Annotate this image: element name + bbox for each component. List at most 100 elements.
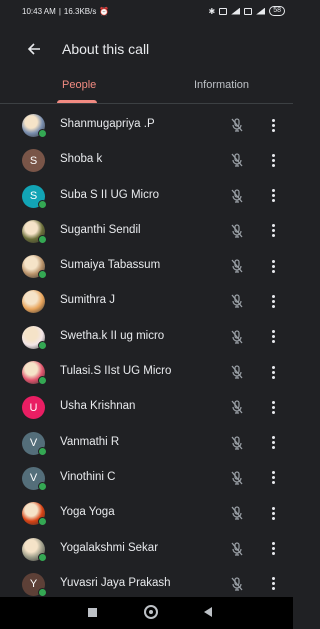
avatar-initial: S [29, 154, 38, 167]
participant-name: Swetha.k II ug micro [60, 329, 165, 342]
participant-name: Usha Krishnan [60, 400, 136, 413]
more-vert-icon[interactable] [266, 151, 280, 169]
avatar-initial: V [29, 472, 38, 485]
participant-row[interactable]: V Vinothini C [0, 461, 293, 496]
online-indicator [38, 552, 47, 562]
mic-off-icon[interactable] [229, 505, 245, 521]
more-vert-icon[interactable] [266, 328, 280, 346]
participant-row[interactable]: Shanmugapriya .P [0, 108, 293, 143]
mic-off-icon[interactable] [229, 223, 245, 239]
more-vert-icon[interactable] [266, 363, 280, 381]
online-indicator [38, 129, 47, 138]
mic-off-icon[interactable] [229, 541, 245, 557]
mic-off-icon[interactable] [229, 435, 245, 451]
tab-information[interactable]: Information [194, 76, 249, 103]
home-button[interactable] [144, 605, 158, 619]
page-title: About this call [62, 41, 150, 57]
more-vert-icon[interactable] [266, 292, 280, 310]
more-vert-icon[interactable] [266, 434, 280, 452]
mic-off-icon[interactable] [229, 188, 245, 204]
participant-name: Suganthi Sendil [60, 223, 141, 236]
mic-off-icon[interactable] [229, 364, 245, 380]
more-vert-icon[interactable] [266, 469, 280, 487]
system-nav-bar [0, 597, 293, 629]
avatar-initial: S [29, 190, 38, 203]
online-indicator [38, 199, 47, 209]
mic-off-icon[interactable] [229, 152, 245, 168]
sim-icon [219, 7, 228, 15]
more-vert-icon[interactable] [266, 222, 280, 240]
participant-row[interactable]: Swetha.k II ug micro [0, 320, 293, 355]
app-bar: About this call [0, 22, 293, 76]
online-indicator [38, 340, 47, 350]
online-indicator [38, 446, 47, 456]
online-indicator [38, 481, 47, 491]
avatar: V [22, 431, 47, 456]
nav-back-button[interactable] [204, 607, 212, 617]
status-time: 10:43 AM [22, 6, 56, 16]
mic-off-icon[interactable] [229, 470, 245, 486]
participant-row[interactable]: Sumithra J [0, 284, 293, 319]
participant-row[interactable]: S Shoba k [0, 143, 293, 178]
participant-row[interactable]: Suganthi Sendil [0, 214, 293, 249]
tab-indicator [57, 100, 97, 103]
participant-row[interactable]: Yogalakshmi Sekar [0, 532, 293, 567]
avatar-initial: Y [29, 578, 38, 591]
more-vert-icon[interactable] [266, 187, 280, 205]
participant-row[interactable]: V Vanmathi R [0, 426, 293, 461]
avatar-initial: U [29, 401, 38, 414]
mic-off-icon[interactable] [229, 399, 245, 415]
more-vert-icon[interactable] [266, 257, 280, 275]
participant-name: Tulasi.S IIst UG Micro [60, 365, 172, 378]
status-speed: 16.3KB/s [63, 6, 97, 16]
status-right: ✱ 58 [208, 6, 285, 16]
avatar: Y [22, 572, 47, 597]
avatar: V [22, 466, 47, 491]
avatar [22, 290, 45, 314]
back-button[interactable] [24, 39, 44, 59]
mic-off-icon[interactable] [229, 576, 245, 592]
mic-off-icon[interactable] [229, 293, 245, 309]
participant-row[interactable]: Tulasi.S IIst UG Micro [0, 355, 293, 390]
participant-list: Shanmugapriya .P S Shoba k S Suba S II UG Mi… [0, 108, 293, 602]
avatar [22, 219, 47, 244]
recents-button[interactable] [88, 608, 97, 617]
status-bar: 10:43 AM | 16.3KB/s ⏰ ✱ 58 [0, 0, 293, 22]
more-vert-icon[interactable] [266, 504, 280, 522]
participant-name: Vinothini C [60, 470, 116, 483]
bluetooth-icon: ✱ [208, 6, 216, 16]
avatar [22, 114, 47, 138]
participant-row[interactable]: S Suba S II UG Micro [0, 179, 293, 214]
participant-name: Yuvasri Jaya Prakash [60, 576, 171, 589]
more-vert-icon[interactable] [266, 540, 280, 558]
avatar-initial: V [29, 437, 38, 450]
status-left: 10:43 AM | 16.3KB/s ⏰ [22, 6, 110, 16]
participant-name: Yogalakshmi Sekar [60, 541, 159, 554]
online-indicator [38, 587, 47, 597]
participant-name: Suba S II UG Micro [60, 188, 160, 201]
online-indicator [38, 376, 47, 386]
participant-row[interactable]: U Usha Krishnan [0, 390, 293, 425]
more-vert-icon[interactable] [266, 116, 280, 134]
mic-off-icon[interactable] [229, 329, 245, 345]
tab-people[interactable]: People [62, 76, 96, 103]
online-indicator [38, 517, 47, 527]
participant-name: Shanmugapriya .P [60, 118, 155, 130]
participant-row[interactable]: Yoga Yoga [0, 496, 293, 531]
sim2-icon [244, 7, 253, 15]
alarm-icon: ⏰ [99, 6, 110, 16]
avatar [22, 537, 47, 562]
participant-name: Sumithra J [60, 294, 115, 307]
participant-name: Sumaiya Tabassum [60, 259, 161, 272]
mic-off-icon[interactable] [229, 258, 245, 274]
participant-row[interactable]: Sumaiya Tabassum [0, 249, 293, 284]
signal-icon [231, 7, 241, 15]
online-indicator [38, 270, 47, 280]
more-vert-icon[interactable] [266, 398, 280, 416]
more-vert-icon[interactable] [266, 575, 280, 593]
avatar [22, 255, 47, 280]
mic-off-icon[interactable] [229, 117, 245, 133]
avatar: U [22, 396, 45, 420]
avatar [22, 361, 47, 386]
tab-bar: People Information [0, 76, 293, 104]
